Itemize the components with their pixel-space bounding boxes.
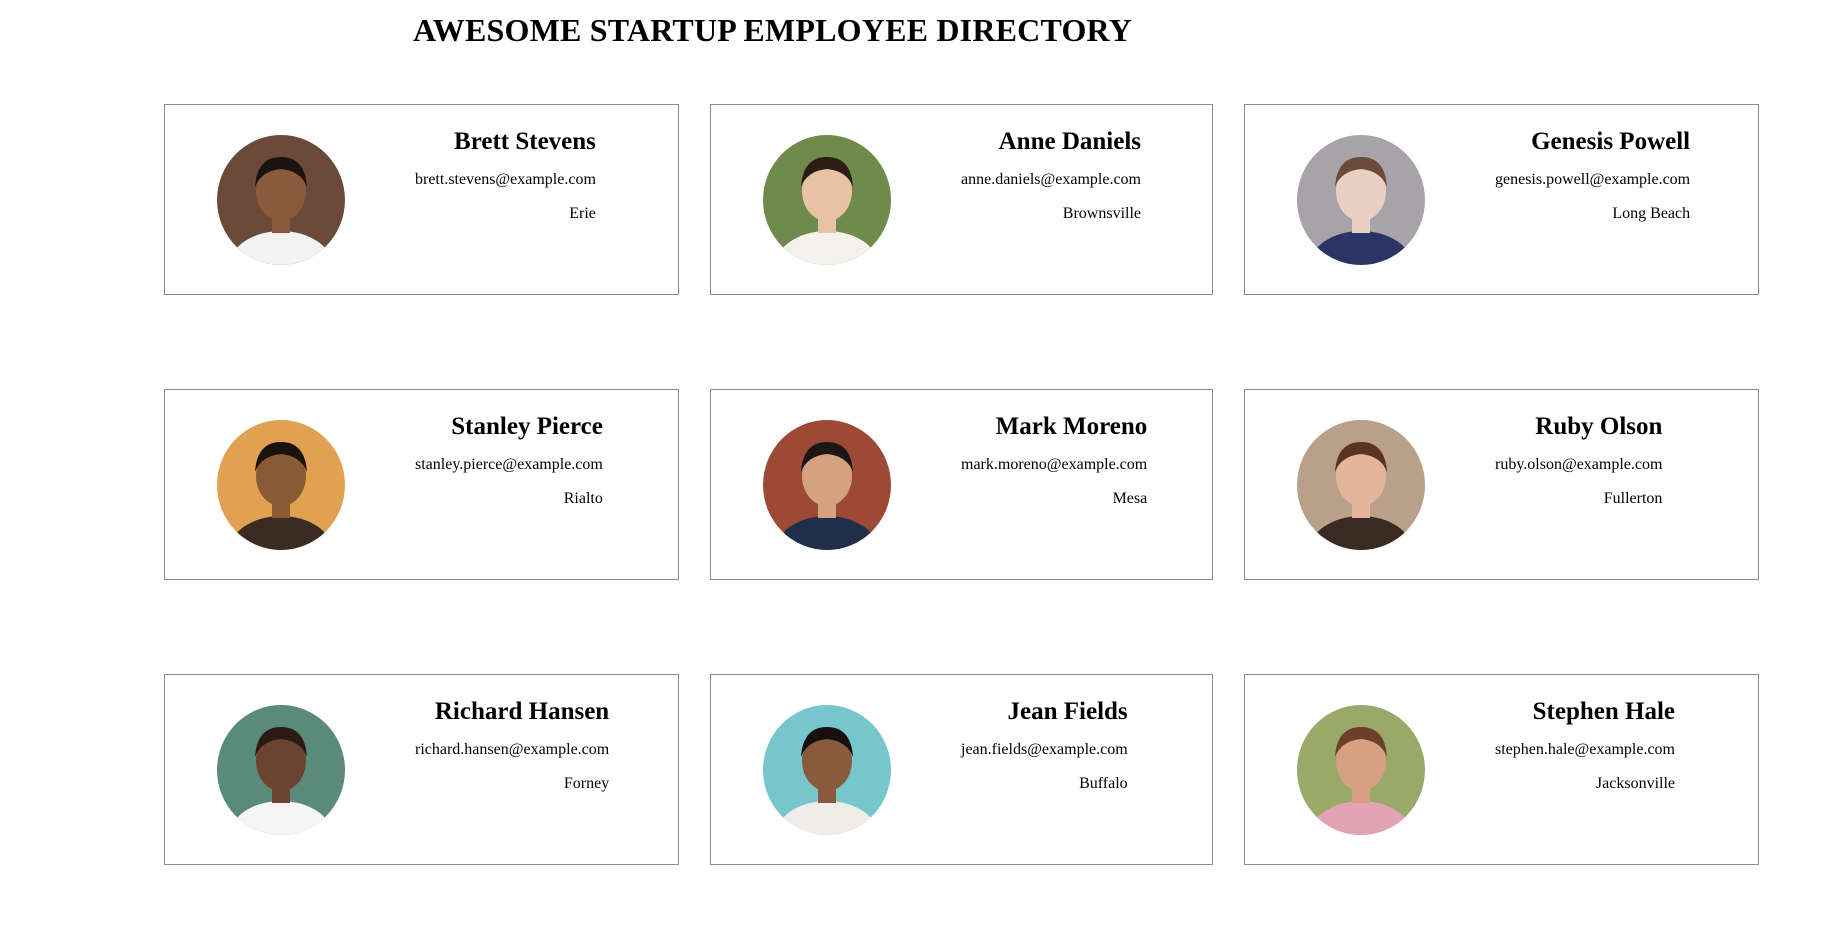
- employee-email: jean.fields@example.com: [961, 741, 1128, 758]
- avatar: [1297, 135, 1425, 265]
- avatar: [1297, 705, 1425, 835]
- employee-city: Forney: [563, 775, 610, 792]
- employee-email: ruby.olson@example.com: [1495, 456, 1663, 473]
- employee-name: Stephen Hale: [1532, 698, 1675, 725]
- employee-email: stephen.hale@example.com: [1495, 741, 1675, 758]
- employee-city: Long Beach: [1612, 205, 1691, 222]
- employee-city: Fullerton: [1603, 490, 1663, 507]
- employee-city: Mesa: [1112, 490, 1148, 507]
- avatar: [217, 420, 345, 550]
- employee-info: Stephen Hale stephen.hale@example.com Ja…: [1495, 695, 1675, 794]
- employee-name: Mark Moreno: [995, 413, 1148, 440]
- employee-email: brett.stevens@example.com: [415, 171, 596, 188]
- employee-city: Jacksonville: [1595, 775, 1675, 792]
- employee-info: Jean Fields jean.fields@example.com Buff…: [961, 695, 1128, 794]
- page-title: AWESOME STARTUP EMPLOYEE DIRECTORY: [413, 12, 1133, 48]
- avatar: [217, 135, 345, 265]
- employee-info: Ruby Olson ruby.olson@example.com Fuller…: [1495, 410, 1662, 509]
- employee-city: Rialto: [563, 490, 603, 507]
- employee-info: Genesis Powell genesis.powell@example.co…: [1495, 125, 1690, 224]
- employee-email: mark.moreno@example.com: [961, 456, 1148, 473]
- avatar: [763, 135, 891, 265]
- employee-email: stanley.pierce@example.com: [415, 456, 603, 473]
- employee-card[interactable]: Richard Hansen richard.hansen@example.co…: [164, 674, 679, 865]
- employee-card[interactable]: Anne Daniels anne.daniels@example.com Br…: [710, 104, 1213, 295]
- employee-email: richard.hansen@example.com: [415, 741, 610, 758]
- employee-name: Genesis Powell: [1531, 128, 1691, 155]
- employee-city: Erie: [569, 205, 596, 222]
- employee-info: Stanley Pierce stanley.pierce@example.co…: [415, 410, 603, 509]
- employee-card[interactable]: Ruby Olson ruby.olson@example.com Fuller…: [1244, 389, 1759, 580]
- avatar: [763, 420, 891, 550]
- employee-info: Richard Hansen richard.hansen@example.co…: [415, 695, 609, 794]
- employee-city: Buffalo: [1079, 775, 1128, 792]
- employee-city: Brownsville: [1062, 205, 1141, 222]
- employee-info: Brett Stevens brett.stevens@example.com …: [415, 125, 596, 224]
- avatar: [763, 705, 891, 835]
- employee-name: Anne Daniels: [998, 128, 1141, 155]
- employee-card[interactable]: Stanley Pierce stanley.pierce@example.co…: [164, 389, 679, 580]
- employee-name: Richard Hansen: [434, 698, 610, 725]
- employee-name: Stanley Pierce: [451, 413, 603, 440]
- employee-info: Anne Daniels anne.daniels@example.com Br…: [961, 125, 1141, 224]
- employee-card[interactable]: Jean Fields jean.fields@example.com Buff…: [710, 674, 1213, 865]
- employee-card[interactable]: Genesis Powell genesis.powell@example.co…: [1244, 104, 1759, 295]
- avatar: [1297, 420, 1425, 550]
- employee-info: Mark Moreno mark.moreno@example.com Mesa: [961, 410, 1147, 509]
- employee-card[interactable]: Stephen Hale stephen.hale@example.com Ja…: [1244, 674, 1759, 865]
- employee-email: genesis.powell@example.com: [1495, 171, 1691, 188]
- employee-name: Jean Fields: [1007, 698, 1128, 725]
- avatar: [217, 705, 345, 835]
- employee-name: Ruby Olson: [1535, 413, 1663, 440]
- employee-grid: Brett Stevens brett.stevens@example.com …: [164, 104, 1760, 865]
- employee-card[interactable]: Brett Stevens brett.stevens@example.com …: [164, 104, 679, 295]
- employee-email: anne.daniels@example.com: [961, 171, 1141, 188]
- employee-card[interactable]: Mark Moreno mark.moreno@example.com Mesa: [710, 389, 1213, 580]
- employee-name: Brett Stevens: [454, 128, 596, 155]
